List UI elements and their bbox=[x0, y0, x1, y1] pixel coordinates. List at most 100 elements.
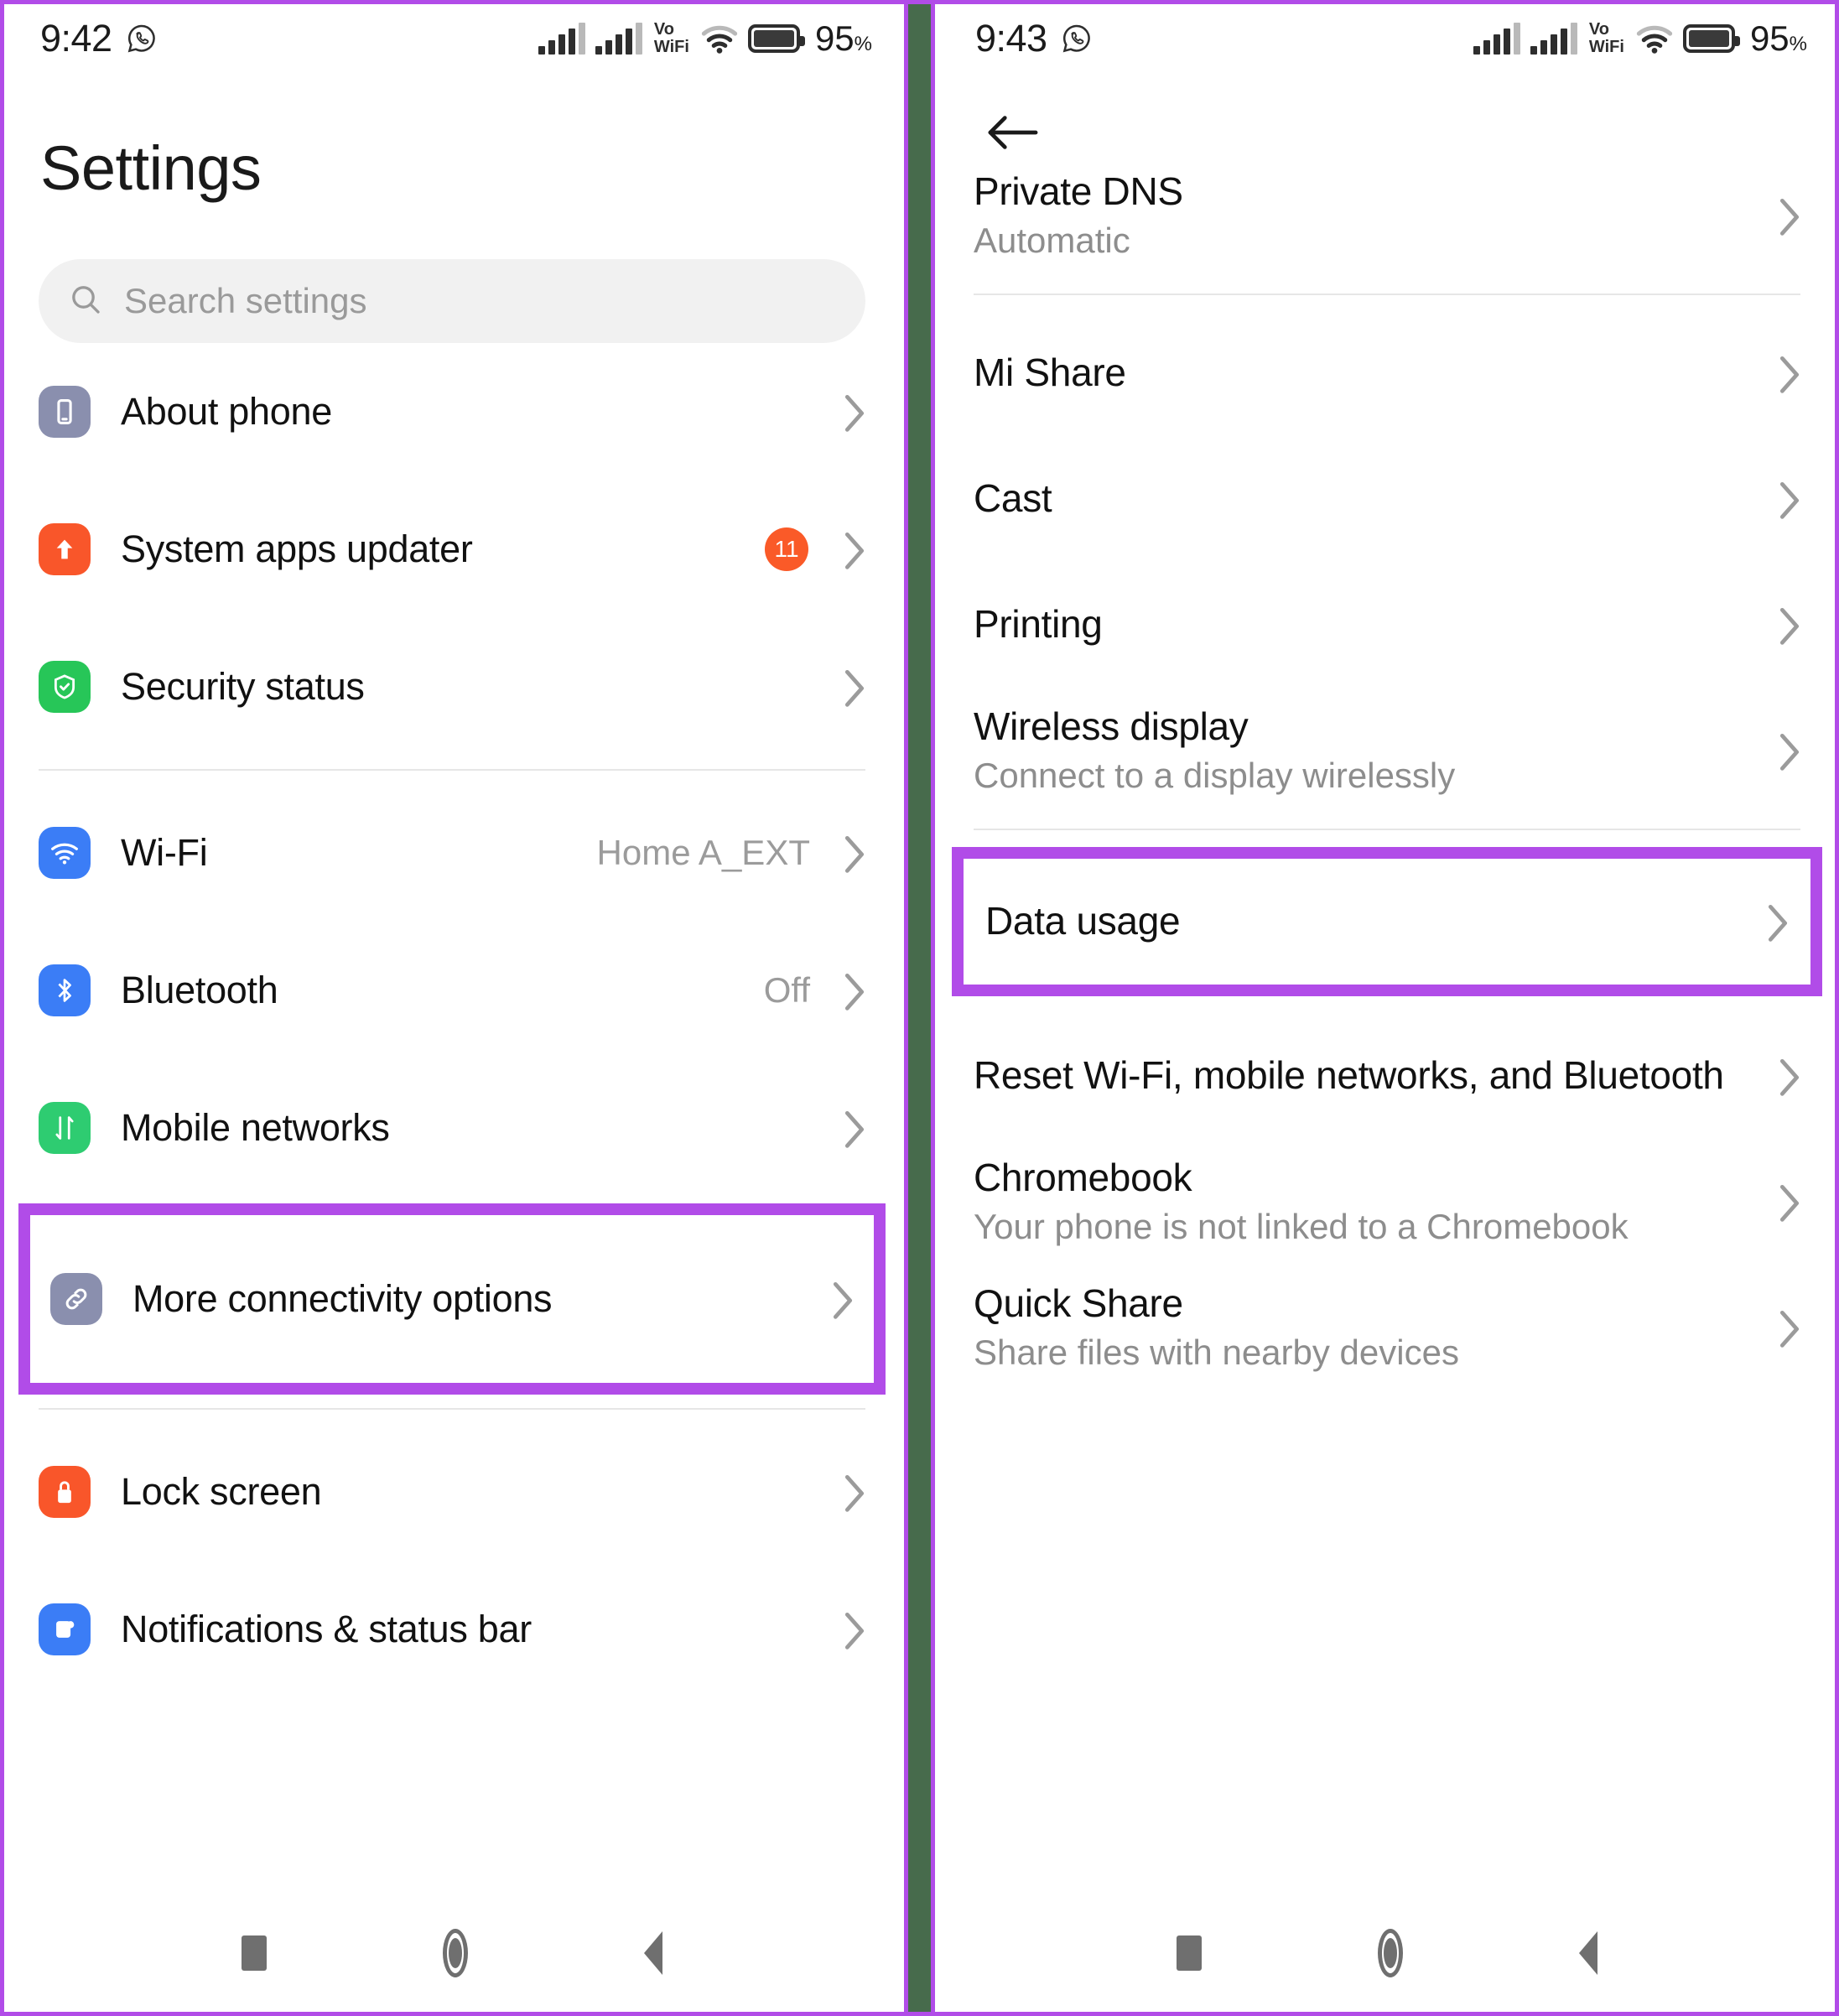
wifi-status-icon bbox=[701, 23, 738, 55]
battery-icon bbox=[1682, 24, 1740, 53]
settings-group-system: About phone System apps updater 11 Secur… bbox=[0, 343, 904, 756]
recents-square-icon[interactable] bbox=[242, 1935, 267, 1971]
sidebar-item-bluetooth[interactable]: Bluetooth Off bbox=[39, 922, 865, 1059]
wifi-icon bbox=[39, 827, 91, 879]
search-placeholder: Search settings bbox=[124, 281, 367, 320]
chevron-right-icon bbox=[1779, 606, 1800, 645]
connectivity-settings-list: Private DNS Automatic Mi Share Cast Prin… bbox=[935, 153, 1839, 830]
up-arrow-icon bbox=[39, 523, 91, 575]
list-item-title: Private DNS bbox=[974, 169, 1183, 214]
list-item-text: Cast bbox=[974, 476, 1762, 521]
list-item-chromebook[interactable]: Chromebook Your phone is not linked to a… bbox=[974, 1139, 1800, 1265]
sidebar-item-label: Lock screen bbox=[121, 1469, 322, 1513]
battery-icon bbox=[747, 24, 805, 53]
signal-bars-sim1-icon bbox=[1473, 23, 1520, 55]
home-circle-icon[interactable] bbox=[1378, 1929, 1403, 1977]
list-item-subtitle: Automatic bbox=[974, 220, 1130, 260]
group-divider bbox=[39, 1408, 865, 1410]
settings-group-personal: Lock screen Notifications & status bar bbox=[0, 1423, 904, 1698]
sidebar-item-about-phone[interactable]: About phone bbox=[39, 343, 865, 481]
shield-check-icon bbox=[39, 661, 91, 713]
sidebar-item-lock-screen[interactable]: Lock screen bbox=[39, 1423, 865, 1561]
left-phone-panel: 9:42 Vo WiFi 95% Settings Search setting… bbox=[0, 0, 904, 2016]
android-nav-bar-left bbox=[0, 1890, 904, 2016]
sidebar-item-label: Wi-Fi bbox=[121, 830, 208, 874]
status-bar-left-group: 9:43 bbox=[975, 17, 1093, 60]
home-circle-icon[interactable] bbox=[443, 1929, 468, 1977]
status-bar-right-group: Vo WiFi 95% bbox=[1473, 18, 1807, 59]
sidebar-item-security-status[interactable]: Security status bbox=[39, 618, 865, 756]
sidebar-item-label: Notifications & status bar bbox=[121, 1607, 532, 1650]
status-bar-right-group: Vo WiFi 95% bbox=[538, 18, 872, 59]
sidebar-item-mobile-networks[interactable]: Mobile networks bbox=[39, 1059, 865, 1197]
highlight-box-more-connectivity: More connectivity options bbox=[18, 1203, 886, 1395]
sidebar-item-more-connectivity-options[interactable]: More connectivity options bbox=[50, 1215, 854, 1383]
status-bar-left-group: 9:42 bbox=[40, 17, 158, 60]
sidebar-item-label: Bluetooth bbox=[121, 968, 278, 1011]
wifi-status-icon bbox=[1636, 23, 1673, 55]
back-triangle-icon[interactable] bbox=[644, 1931, 662, 1975]
sidebar-item-label: Security status bbox=[121, 664, 365, 708]
notification-icon bbox=[39, 1603, 91, 1655]
list-item-mi-share[interactable]: Mi Share bbox=[974, 310, 1800, 436]
sidebar-item-wifi[interactable]: Wi-Fi Home A_EXT bbox=[39, 784, 865, 922]
chevron-right-icon bbox=[832, 1281, 854, 1319]
signal-bars-sim2-icon bbox=[1530, 23, 1577, 55]
chevron-right-icon bbox=[1779, 481, 1800, 519]
back-arrow-icon bbox=[987, 114, 1039, 155]
chevron-right-icon bbox=[844, 834, 865, 873]
sidebar-item-label: More connectivity options bbox=[132, 1276, 553, 1320]
chevron-right-icon bbox=[1779, 1057, 1800, 1096]
recents-square-icon[interactable] bbox=[1177, 1935, 1202, 1971]
signal-bars-sim2-icon bbox=[595, 23, 642, 55]
group-divider bbox=[974, 829, 1800, 830]
list-item-title: Data usage bbox=[985, 899, 1181, 943]
sidebar-item-notifications-status-bar[interactable]: Notifications & status bar bbox=[39, 1561, 865, 1698]
sidebar-item-label: About phone bbox=[121, 389, 332, 433]
chevron-right-icon bbox=[1779, 197, 1800, 236]
highlight-box-data-usage: Data usage bbox=[952, 847, 1822, 996]
whatsapp-icon bbox=[1061, 23, 1093, 55]
list-item-quick-share[interactable]: Quick Share Share files with nearby devi… bbox=[974, 1265, 1800, 1390]
list-item-title: Mi Share bbox=[974, 351, 1126, 395]
sidebar-item-system-apps-updater[interactable]: System apps updater 11 bbox=[39, 481, 865, 618]
list-item-data-usage[interactable]: Data usage bbox=[985, 859, 1789, 985]
group-divider bbox=[974, 294, 1800, 295]
chevron-right-icon bbox=[844, 393, 865, 432]
back-triangle-icon[interactable] bbox=[1579, 1931, 1597, 1975]
list-item-text: Chromebook Your phone is not linked to a… bbox=[974, 1156, 1762, 1246]
chevron-right-icon bbox=[844, 531, 865, 569]
status-time: 9:42 bbox=[40, 17, 112, 60]
battery-percent: 95% bbox=[1749, 18, 1807, 58]
chevron-right-icon bbox=[1767, 903, 1789, 942]
list-item-wireless-display[interactable]: Wireless display Connect to a display wi… bbox=[974, 688, 1800, 813]
search-input[interactable]: Search settings bbox=[39, 259, 865, 343]
list-item-text: Mi Share bbox=[974, 351, 1762, 395]
list-item-title: Reset Wi-Fi, mobile networks, and Blueto… bbox=[974, 1053, 1724, 1098]
bluetooth-icon bbox=[39, 964, 91, 1016]
list-item-subtitle: Connect to a display wirelessly bbox=[974, 755, 1456, 795]
list-item-cast[interactable]: Cast bbox=[974, 436, 1800, 562]
whatsapp-icon bbox=[126, 23, 158, 55]
dual-phone-screenshot: 9:42 Vo WiFi 95% Settings Search setting… bbox=[0, 0, 1839, 2016]
sidebar-item-label: System apps updater bbox=[121, 527, 473, 570]
list-item-reset-network[interactable]: Reset Wi-Fi, mobile networks, and Blueto… bbox=[974, 1013, 1800, 1139]
signal-bars-sim1-icon bbox=[538, 23, 585, 55]
chevron-right-icon bbox=[844, 668, 865, 707]
connectivity-settings-list-2: Reset Wi-Fi, mobile networks, and Blueto… bbox=[935, 1013, 1839, 1390]
list-item-text: Private DNS Automatic bbox=[974, 170, 1762, 260]
list-item-subtitle: Share files with nearby devices bbox=[974, 1332, 1459, 1372]
chevron-right-icon bbox=[1779, 1183, 1800, 1222]
volte-wifi-icon: Vo WiFi bbox=[1588, 20, 1624, 56]
volte-wifi-icon: Vo WiFi bbox=[653, 20, 689, 56]
android-nav-bar-right bbox=[935, 1890, 1839, 2016]
chevron-right-icon bbox=[1779, 732, 1800, 771]
list-item-title: Printing bbox=[974, 602, 1103, 647]
list-item-printing[interactable]: Printing bbox=[974, 562, 1800, 688]
list-item-private-dns[interactable]: Private DNS Automatic bbox=[974, 153, 1800, 278]
chevron-right-icon bbox=[1779, 355, 1800, 393]
group-divider bbox=[39, 769, 865, 771]
status-bar-left: 9:42 Vo WiFi 95% bbox=[0, 0, 904, 77]
sidebar-item-value: Off bbox=[763, 970, 810, 1010]
list-item-text: Printing bbox=[974, 602, 1762, 647]
